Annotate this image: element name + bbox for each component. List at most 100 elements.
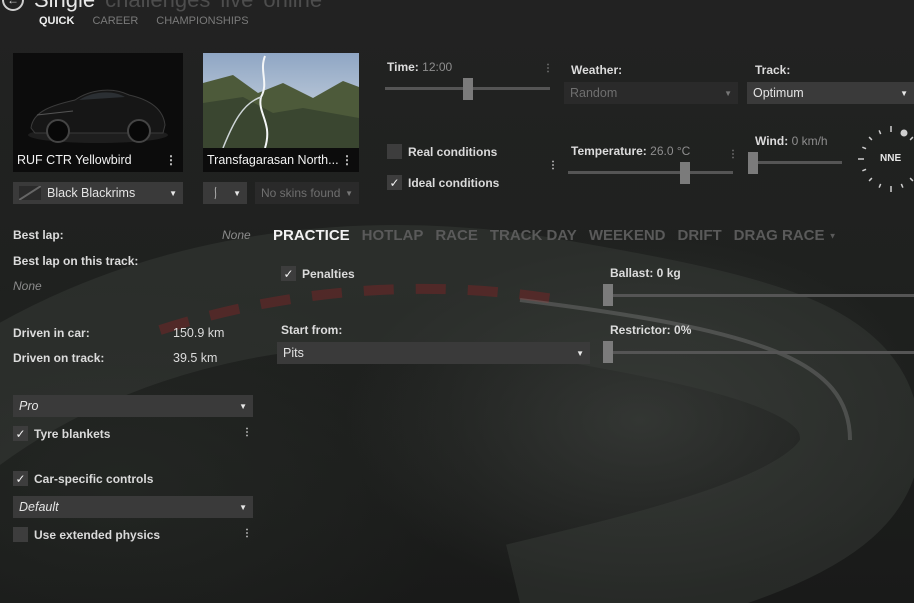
assists-menu-icon[interactable]: ⋮ [242, 427, 252, 438]
track-skin-value: No skins found [261, 186, 341, 200]
car-skin-value: Black Blackrims [47, 186, 136, 200]
track-skin-select[interactable]: No skins found ▼ [255, 182, 359, 204]
tab-practice[interactable]: PRACTICE [273, 227, 350, 244]
track-layout-icon [214, 186, 217, 200]
compass-tick [868, 136, 873, 141]
subnav-championships[interactable]: CHAMPIONSHIPS [156, 15, 248, 27]
subnav-quick[interactable]: QUICK [39, 15, 74, 27]
extended-physics-label: Use extended physics [34, 527, 161, 542]
car-specific-controls-label: Car-specific controls [34, 471, 154, 486]
wind-slider[interactable] [748, 161, 842, 164]
car-preview-card[interactable]: RUF CTR Yellowbird ⋮ [13, 53, 183, 172]
time-slider-thumb[interactable] [462, 78, 473, 100]
skin-swatch-icon [19, 186, 41, 200]
restrictor-slider-thumb[interactable] [603, 341, 613, 363]
tab-hotlap[interactable]: HOTLAP [362, 227, 424, 244]
car-preview-image [13, 53, 183, 148]
compass-tick [862, 146, 867, 150]
best-lap-track-label: Best lap on this track: [13, 254, 139, 268]
mode-tabs: PRACTICE HOTLAP RACE TRACK DAY WEEKEND D… [273, 227, 837, 244]
tab-drag-race[interactable]: DRAG RACE ▼ [734, 227, 837, 244]
back-button[interactable]: ← [2, 0, 24, 11]
temperature-slider-thumb[interactable] [679, 162, 690, 184]
tab-race[interactable]: RACE [435, 227, 478, 244]
track-layout-select[interactable]: ▼ [203, 182, 247, 204]
ideal-conditions-checkbox[interactable]: ✓ Ideal conditions [387, 175, 499, 190]
restrictor-slider[interactable] [603, 351, 914, 354]
wind-direction-value: NNE [880, 153, 902, 164]
chevron-down-icon: ▼ [345, 188, 353, 198]
track-name: Transfagarasan North... [207, 153, 339, 167]
extended-physics-checkbox[interactable]: Use extended physics [13, 527, 160, 542]
track-preview-image [203, 53, 359, 149]
car-name-bar: RUF CTR Yellowbird ⋮ [13, 148, 183, 172]
ideal-conditions-label: Ideal conditions [408, 175, 500, 190]
compass-tick [909, 136, 914, 141]
track-state-select[interactable]: Optimum ▼ [747, 82, 914, 104]
driven-car-value: 150.9 km [173, 326, 225, 340]
compass-tick [878, 130, 882, 135]
tyre-blankets-checkbox[interactable]: ✓ Tyre blankets [13, 426, 110, 441]
start-from-select[interactable]: Pits ▼ [277, 342, 590, 364]
weather-value: Random [570, 86, 618, 100]
temperature-slider[interactable] [568, 171, 733, 174]
conditions-menu-icon[interactable]: ⋮ [548, 160, 558, 171]
penalties-checkbox[interactable]: ✓ Penalties [281, 266, 355, 281]
time-label: Time: 12:00 [387, 60, 453, 74]
chevron-down-icon: ▼ [828, 231, 837, 241]
checkmark-icon[interactable]: ✓ [281, 266, 296, 281]
checkmark-icon[interactable]: ✓ [387, 175, 402, 190]
assist-preset-select[interactable]: Pro ▼ [13, 395, 253, 417]
temperature-menu-icon[interactable]: ⋮ [728, 149, 738, 160]
wind-value: 0 km/h [791, 134, 828, 148]
track-preview-card[interactable]: Transfagarasan North... ⋮ [203, 53, 359, 172]
tab-weekend[interactable]: WEEKEND [589, 227, 666, 244]
checkmark-icon[interactable]: ✓ [13, 471, 28, 486]
checkbox-box[interactable] [387, 144, 402, 159]
penalties-label: Penalties [302, 266, 355, 281]
car-menu-icon[interactable]: ⋮ [165, 153, 177, 167]
ballast-slider-thumb[interactable] [603, 284, 613, 306]
time-value: 12:00 [422, 60, 453, 74]
real-conditions-label: Real conditions [408, 144, 498, 159]
tab-single[interactable]: Single [34, 0, 95, 13]
driven-car-label: Driven in car: [13, 326, 90, 340]
checkmark-icon[interactable]: ✓ [13, 426, 28, 441]
ballast-label: Ballast: 0 kg [610, 266, 681, 280]
tab-track-day[interactable]: TRACK DAY [490, 227, 577, 244]
chevron-down-icon: ▼ [576, 348, 584, 358]
compass-tick [878, 183, 882, 188]
temperature-value: 26.0 °C [650, 144, 691, 158]
track-name-bar: Transfagarasan North... ⋮ [203, 148, 359, 172]
weather-select[interactable]: Random ▼ [564, 82, 738, 104]
start-from-label: Start from: [281, 323, 343, 337]
controls-preset-select[interactable]: Default ▼ [13, 496, 253, 518]
tab-live[interactable]: live [220, 0, 253, 13]
tab-online[interactable]: online [263, 0, 322, 13]
best-lap-value: None [222, 228, 251, 242]
assist-preset-value: Pro [19, 399, 39, 413]
tab-challenges[interactable]: challenges [105, 0, 210, 13]
track-state-label: Track: [755, 63, 791, 77]
time-menu-icon[interactable]: ⋮ [543, 63, 553, 74]
checkbox-box[interactable] [13, 527, 28, 542]
ballast-slider[interactable] [603, 294, 914, 297]
chevron-down-icon: ▼ [233, 188, 241, 198]
driven-track-label: Driven on track: [13, 351, 105, 365]
chevron-down-icon: ▼ [900, 88, 908, 98]
track-menu-icon[interactable]: ⋮ [341, 153, 353, 167]
tab-drift[interactable]: DRIFT [677, 227, 721, 244]
chevron-down-icon: ▼ [724, 88, 732, 98]
compass-tick [909, 177, 914, 182]
wind-label: Wind: 0 km/h [755, 134, 828, 148]
chevron-down-icon: ▼ [169, 188, 177, 198]
physics-menu-icon[interactable]: ⋮ [242, 528, 252, 539]
wind-direction-dial[interactable]: NNE [856, 124, 914, 194]
sub-nav: QUICK CAREER CHAMPIONSHIPS [39, 15, 249, 27]
car-skin-select[interactable]: Black Blackrims ▼ [13, 182, 183, 204]
real-conditions-checkbox[interactable]: Real conditions [387, 144, 497, 159]
wind-slider-thumb[interactable] [748, 152, 758, 174]
car-name: RUF CTR Yellowbird [17, 153, 132, 167]
car-specific-controls-checkbox[interactable]: ✓ Car-specific controls [13, 471, 153, 486]
subnav-career[interactable]: CAREER [92, 15, 138, 27]
